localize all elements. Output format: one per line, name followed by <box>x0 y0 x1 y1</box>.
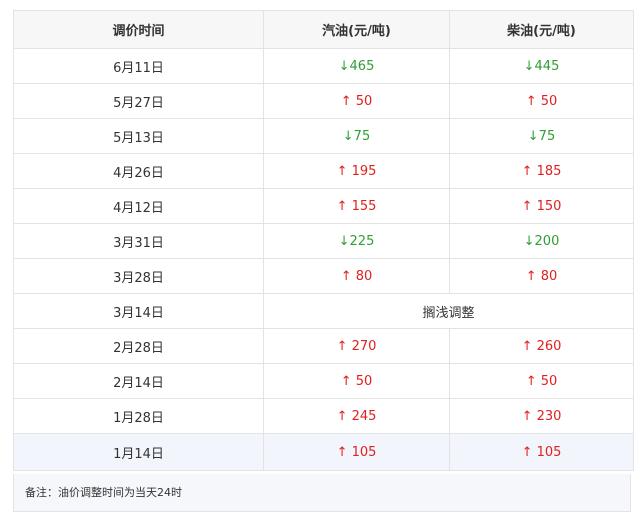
cell-date: 6月11日 <box>13 48 264 84</box>
cell-diesel-change: ↑ 105 <box>449 433 634 471</box>
table-header-row: 调价时间 汽油(元/吨) 柴油(元/吨) <box>13 10 634 49</box>
table-row: 6月11日 ↓465 ↓445 <box>13 48 634 84</box>
cell-date: 1月28日 <box>13 398 264 434</box>
cell-gasoline-change: ↓75 <box>263 118 450 154</box>
cell-gasoline-change: ↑ 155 <box>263 188 450 224</box>
cell-diesel-change: ↓75 <box>449 118 634 154</box>
cell-gasoline-change: ↑ 50 <box>263 83 450 119</box>
cell-date: 2月28日 <box>13 328 264 364</box>
table-row: 5月13日 ↓75 ↓75 <box>13 118 634 154</box>
cell-gasoline-change: ↓465 <box>263 48 450 84</box>
table-row: 1月28日 ↑ 245 ↑ 230 <box>13 398 634 434</box>
cell-gasoline-change: ↑ 270 <box>263 328 450 364</box>
cell-gasoline-change: ↑ 195 <box>263 153 450 189</box>
oil-price-table-container: 调价时间 汽油(元/吨) 柴油(元/吨) 6月11日 ↓465 ↓445 5月27日 ↑… <box>13 10 634 471</box>
cell-gasoline-change: ↑ 50 <box>263 363 450 399</box>
header-adjust-time: 调价时间 <box>13 10 264 49</box>
cell-date: 2月14日 <box>13 363 264 399</box>
cell-date: 4月12日 <box>13 188 264 224</box>
cell-date: 3月28日 <box>13 258 264 294</box>
header-gasoline: 汽油(元/吨) <box>263 10 450 49</box>
cell-date: 3月14日 <box>13 293 264 329</box>
cell-gasoline-change: ↑ 245 <box>263 398 450 434</box>
cell-date: 3月31日 <box>13 223 264 259</box>
table-row: 3月31日 ↓225 ↓200 <box>13 223 634 259</box>
cell-diesel-change: ↑ 150 <box>449 188 634 224</box>
table-row: 4月12日 ↑ 155 ↑ 150 <box>13 188 634 224</box>
cell-date: 5月13日 <box>13 118 264 154</box>
cell-date: 1月14日 <box>13 433 264 471</box>
table-row: 2月14日 ↑ 50 ↑ 50 <box>13 363 634 399</box>
cell-gasoline-change: ↑ 105 <box>263 433 450 471</box>
cell-gasoline-change: ↑ 80 <box>263 258 450 294</box>
table-row: 5月27日 ↑ 50 ↑ 50 <box>13 83 634 119</box>
table-row: 2月28日 ↑ 270 ↑ 260 <box>13 328 634 364</box>
cell-gasoline-change: ↓225 <box>263 223 450 259</box>
header-diesel: 柴油(元/吨) <box>449 10 634 49</box>
cell-diesel-change: ↑ 230 <box>449 398 634 434</box>
table-body: 6月11日 ↓465 ↓445 5月27日 ↑ 50 ↑ 50 5月13日 ↓75 ↓75 4月2… <box>13 48 634 471</box>
oil-price-table: 调价时间 汽油(元/吨) 柴油(元/吨) 6月11日 ↓465 ↓445 5月27日 ↑… <box>13 10 634 471</box>
footnote: 备注：油价调整时间为当天24时 <box>13 474 631 512</box>
cell-diesel-change: ↑ 50 <box>449 83 634 119</box>
cell-date: 5月27日 <box>13 83 264 119</box>
cell-merged-status: 搁浅调整 <box>263 293 634 329</box>
table-row: 3月14日 搁浅调整 <box>13 293 634 329</box>
cell-diesel-change: ↑ 80 <box>449 258 634 294</box>
cell-diesel-change: ↓445 <box>449 48 634 84</box>
table-row: 1月14日 ↑ 105 ↑ 105 <box>13 433 634 471</box>
table-row: 4月26日 ↑ 195 ↑ 185 <box>13 153 634 189</box>
cell-diesel-change: ↑ 50 <box>449 363 634 399</box>
cell-date: 4月26日 <box>13 153 264 189</box>
table-row: 3月28日 ↑ 80 ↑ 80 <box>13 258 634 294</box>
cell-diesel-change: ↑ 260 <box>449 328 634 364</box>
cell-diesel-change: ↑ 185 <box>449 153 634 189</box>
cell-diesel-change: ↓200 <box>449 223 634 259</box>
